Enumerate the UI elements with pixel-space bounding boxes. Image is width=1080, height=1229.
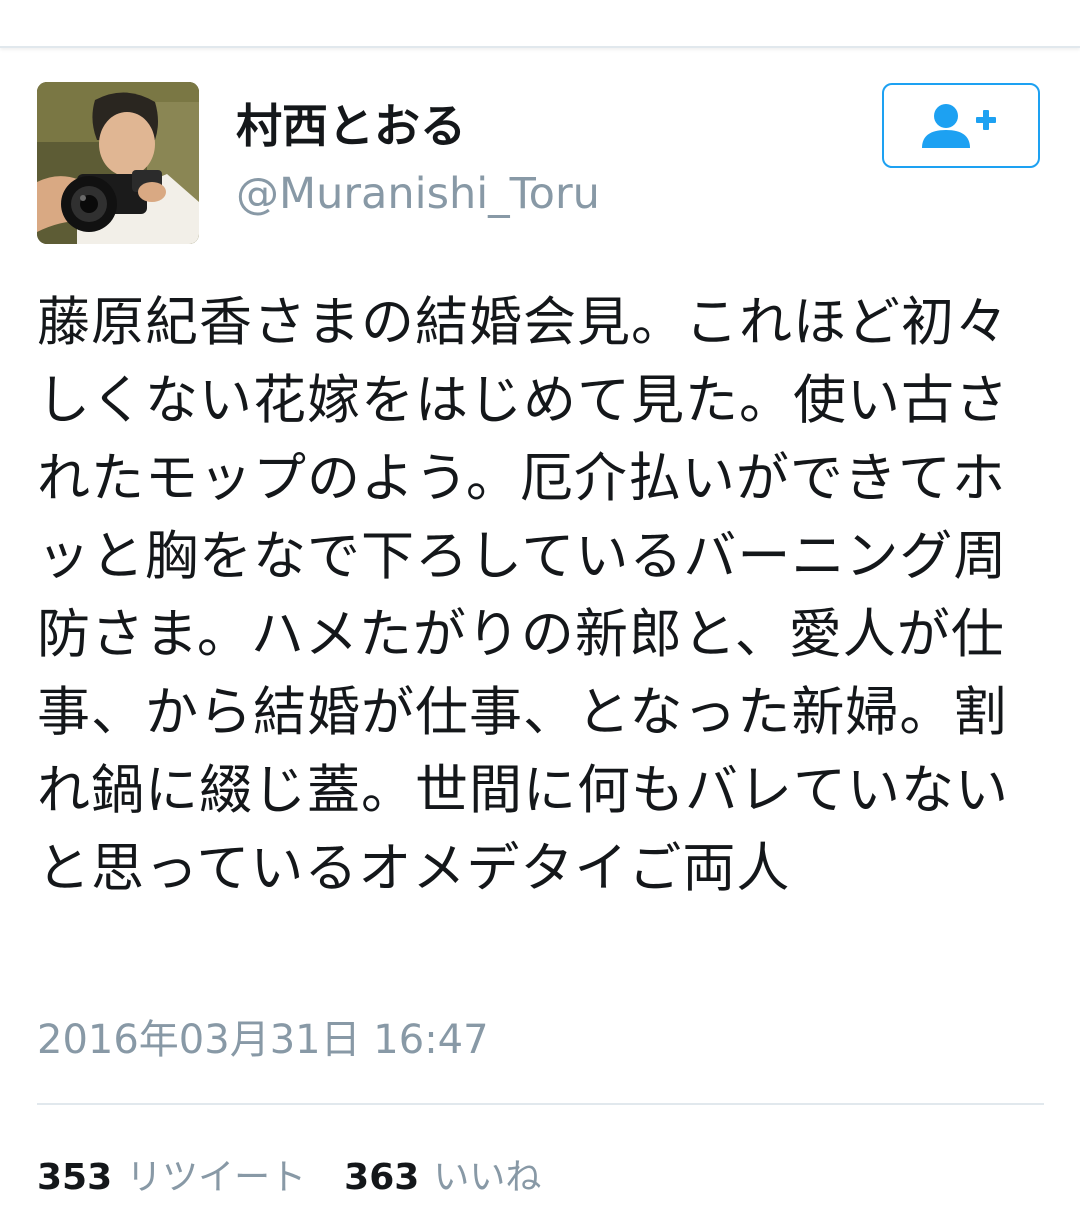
tweet-text: 藤原紀香さまの結婚会見。これほど初々しくない花嫁をはじめて見た。使い古されたモッ… bbox=[37, 292, 1009, 899]
user-avatar[interactable] bbox=[37, 82, 199, 244]
display-name[interactable]: 村西とおる bbox=[236, 96, 600, 156]
likes-stat[interactable]: 363 いいね bbox=[344, 1148, 541, 1200]
tweet-stats: 353 リツイート 363 いいね bbox=[37, 1148, 579, 1200]
retweets-label: リツイート bbox=[126, 1157, 307, 1198]
tweet-timestamp: 2016年03月31日 16:47 bbox=[37, 1017, 489, 1063]
avatar-photo-icon bbox=[37, 82, 199, 244]
retweets-count: 353 bbox=[37, 1157, 113, 1198]
user-names: 村西とおる @Muranishi_Toru bbox=[236, 96, 600, 222]
likes-count: 363 bbox=[344, 1157, 420, 1198]
divider bbox=[37, 1103, 1044, 1105]
retweets-stat[interactable]: 353 リツイート bbox=[37, 1148, 306, 1200]
follow-button[interactable] bbox=[882, 83, 1040, 168]
tweet-header: 村西とおる @Muranishi_Toru bbox=[37, 82, 1044, 244]
user-handle[interactable]: @Muranishi_Toru bbox=[236, 166, 600, 222]
top-app-bar-edge bbox=[0, 0, 1080, 48]
add-user-icon bbox=[922, 103, 996, 148]
likes-label: いいね bbox=[433, 1157, 542, 1198]
